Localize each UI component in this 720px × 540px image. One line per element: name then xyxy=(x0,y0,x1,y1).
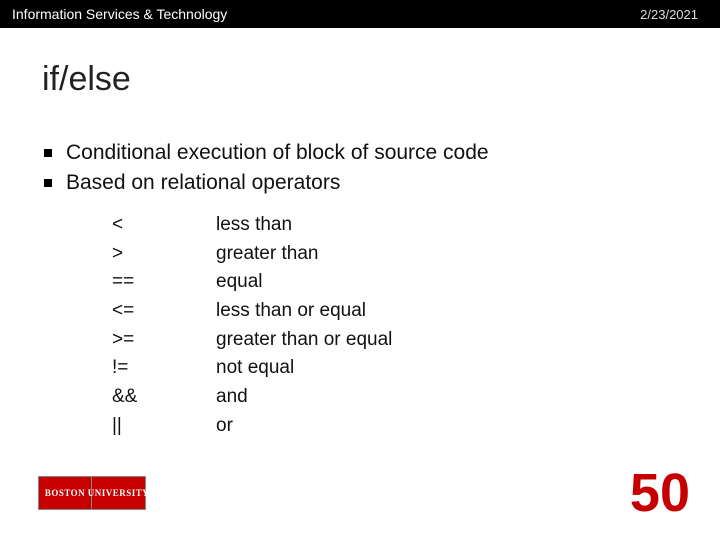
operator-desc: and xyxy=(216,385,248,410)
bullet-text: Based on relational operators xyxy=(66,171,340,195)
top-bar: Information Services & Technology 2/23/2… xyxy=(0,0,720,28)
operator-row: == equal xyxy=(112,270,720,295)
bullet-list: Conditional execution of block of source… xyxy=(44,141,720,195)
operator-symbol: != xyxy=(112,356,216,381)
operator-row: || or xyxy=(112,414,720,439)
operator-symbol: && xyxy=(112,385,216,410)
bullet-icon xyxy=(44,179,52,187)
operator-desc: less than or equal xyxy=(216,299,366,324)
operator-symbol: < xyxy=(112,213,216,238)
operator-desc: not equal xyxy=(216,356,294,381)
slide: Information Services & Technology 2/23/2… xyxy=(0,0,720,540)
operator-row: < less than xyxy=(112,213,720,238)
operator-symbol: || xyxy=(112,414,216,439)
operator-symbol: == xyxy=(112,270,216,295)
operator-symbol: > xyxy=(112,242,216,267)
bullet-item: Conditional execution of block of source… xyxy=(44,141,720,165)
operator-row: && and xyxy=(112,385,720,410)
operator-symbol: >= xyxy=(112,328,216,353)
bullet-icon xyxy=(44,149,52,157)
operator-row: != not equal xyxy=(112,356,720,381)
bullet-text: Conditional execution of block of source… xyxy=(66,141,489,165)
operator-desc: equal xyxy=(216,270,263,295)
logo-text-top: BOSTON xyxy=(45,488,85,498)
bullet-item: Based on relational operators xyxy=(44,171,720,195)
operator-row: <= less than or equal xyxy=(112,299,720,324)
org-name: Information Services & Technology xyxy=(12,6,227,22)
boston-university-logo: BOSTON UNIVERSITY xyxy=(38,476,146,510)
logo-text-bottom: UNIVERSITY xyxy=(88,488,150,498)
page-number: 50 xyxy=(630,462,690,524)
operator-desc: less than xyxy=(216,213,292,238)
operator-desc: or xyxy=(216,414,233,439)
operator-desc: greater than xyxy=(216,242,318,267)
slide-title: if/else xyxy=(42,60,720,99)
slide-date: 2/23/2021 xyxy=(640,7,698,22)
operator-row: > greater than xyxy=(112,242,720,267)
operator-table: < less than > greater than == equal <= l… xyxy=(112,213,720,439)
operator-row: >= greater than or equal xyxy=(112,328,720,353)
operator-symbol: <= xyxy=(112,299,216,324)
operator-desc: greater than or equal xyxy=(216,328,392,353)
